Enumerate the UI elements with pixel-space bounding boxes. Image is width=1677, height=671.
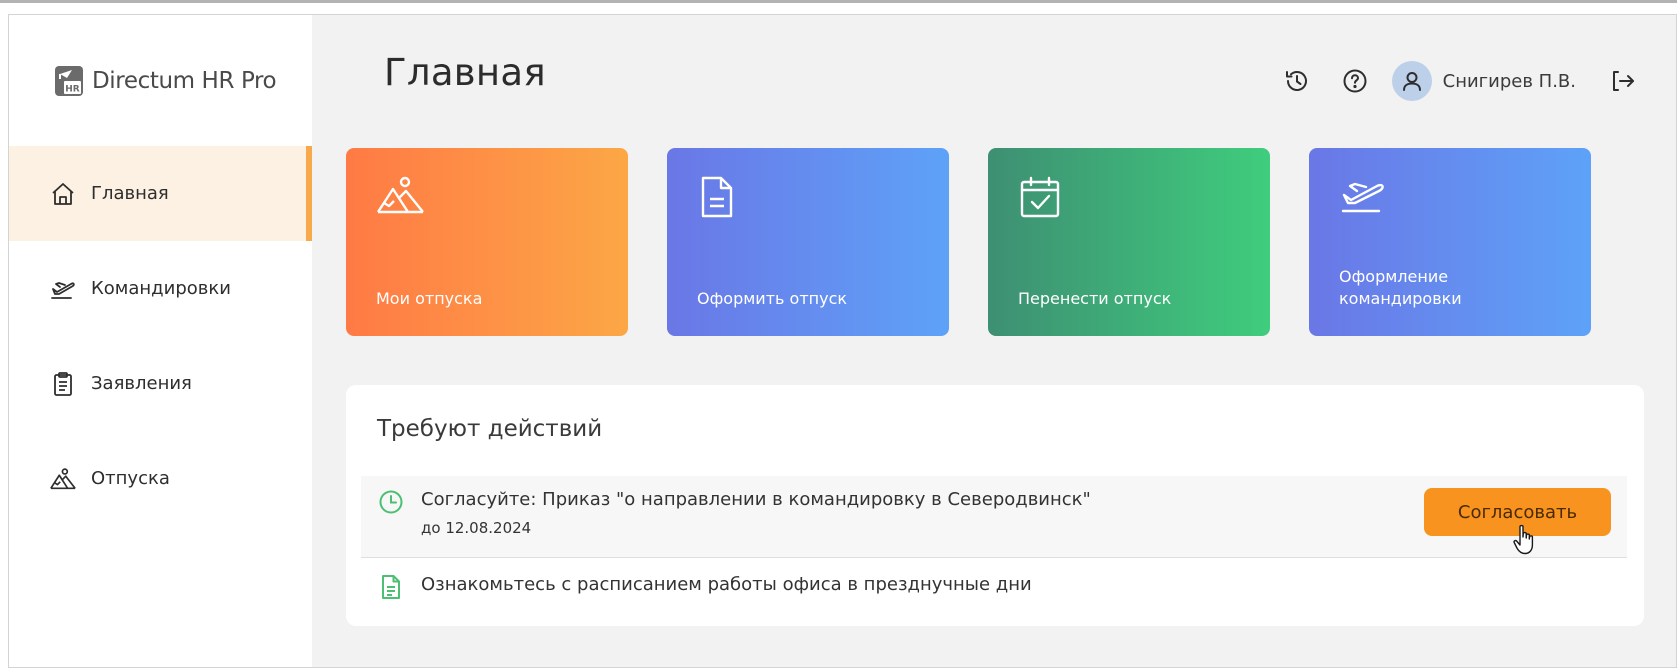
sidebar-nav: Главная Командировки Заявления Отпуска bbox=[9, 146, 312, 526]
tile-label: Оформить отпуск bbox=[697, 289, 848, 308]
header-actions: Снигирев П.В. bbox=[1282, 61, 1638, 101]
user-name[interactable]: Снигирев П.В. bbox=[1443, 71, 1576, 92]
mountain-icon bbox=[376, 175, 426, 225]
help-icon[interactable] bbox=[1340, 66, 1370, 96]
document-icon bbox=[377, 573, 405, 601]
tile-reschedule-vacation[interactable]: Перенести отпуск bbox=[988, 148, 1270, 336]
sidebar: HR Directum HR Pro Главная Командировки … bbox=[9, 15, 312, 667]
document-icon bbox=[697, 175, 747, 225]
action-item[interactable]: Согласуйте: Приказ "о направлении в кома… bbox=[361, 476, 1627, 558]
logout-icon[interactable] bbox=[1608, 66, 1638, 96]
action-item-text: Согласуйте: Приказ "о направлении в кома… bbox=[421, 489, 1091, 510]
sidebar-item-label: Отпуска bbox=[91, 468, 170, 489]
actions-title: Требуют действий bbox=[377, 416, 603, 442]
page-title: Главная bbox=[384, 51, 546, 94]
window-top-strip bbox=[0, 0, 1677, 3]
hand-pointer-icon bbox=[1512, 524, 1538, 556]
calendar-check-icon bbox=[1018, 175, 1068, 225]
clock-icon bbox=[377, 488, 405, 516]
sidebar-item-home[interactable]: Главная bbox=[9, 146, 312, 241]
sidebar-item-label: Заявления bbox=[91, 373, 192, 394]
tile-my-vacations[interactable]: Мои отпуска bbox=[346, 148, 628, 336]
home-icon bbox=[49, 180, 77, 208]
mountain-icon bbox=[49, 465, 77, 493]
sidebar-item-applications[interactable]: Заявления bbox=[9, 336, 312, 431]
tile-business-trip[interactable]: Оформление командировки bbox=[1309, 148, 1591, 336]
sidebar-item-label: Главная bbox=[91, 183, 169, 204]
action-item-content: Согласуйте: Приказ "о направлении в кома… bbox=[421, 488, 1091, 537]
plane-icon bbox=[49, 275, 77, 303]
tile-request-vacation[interactable]: Оформить отпуск bbox=[667, 148, 949, 336]
directum-logo-icon: HR bbox=[54, 65, 84, 97]
action-item-due: до 12.08.2024 bbox=[421, 519, 532, 537]
actions-panel: Требуют действий Согласуйте: Приказ "о н… bbox=[346, 385, 1644, 626]
tile-label: Оформление командировки bbox=[1339, 267, 1462, 308]
app-logo[interactable]: HR Directum HR Pro bbox=[54, 63, 277, 99]
tile-label: Мои отпуска bbox=[376, 289, 483, 308]
app-window: HR Directum HR Pro Главная Командировки … bbox=[8, 14, 1677, 668]
clipboard-icon bbox=[49, 370, 77, 398]
sidebar-item-label: Командировки bbox=[91, 278, 231, 299]
svg-text:HR: HR bbox=[65, 85, 80, 95]
tile-label: Перенести отпуск bbox=[1018, 289, 1172, 308]
plane-icon bbox=[1339, 175, 1389, 225]
user-avatar-icon[interactable] bbox=[1391, 61, 1432, 101]
main-content: Главная Снигирев П.В. Мои отпуска Оформи… bbox=[312, 15, 1676, 667]
app-name: Directum HR Pro bbox=[92, 68, 277, 94]
history-icon[interactable] bbox=[1282, 66, 1312, 96]
action-item-text: Ознакомьтесь с расписанием работы офиса … bbox=[421, 574, 1032, 595]
action-item[interactable]: Ознакомьтесь с расписанием работы офиса … bbox=[361, 558, 1627, 618]
sidebar-item-vacations[interactable]: Отпуска bbox=[9, 431, 312, 526]
sidebar-item-trips[interactable]: Командировки bbox=[9, 241, 312, 336]
